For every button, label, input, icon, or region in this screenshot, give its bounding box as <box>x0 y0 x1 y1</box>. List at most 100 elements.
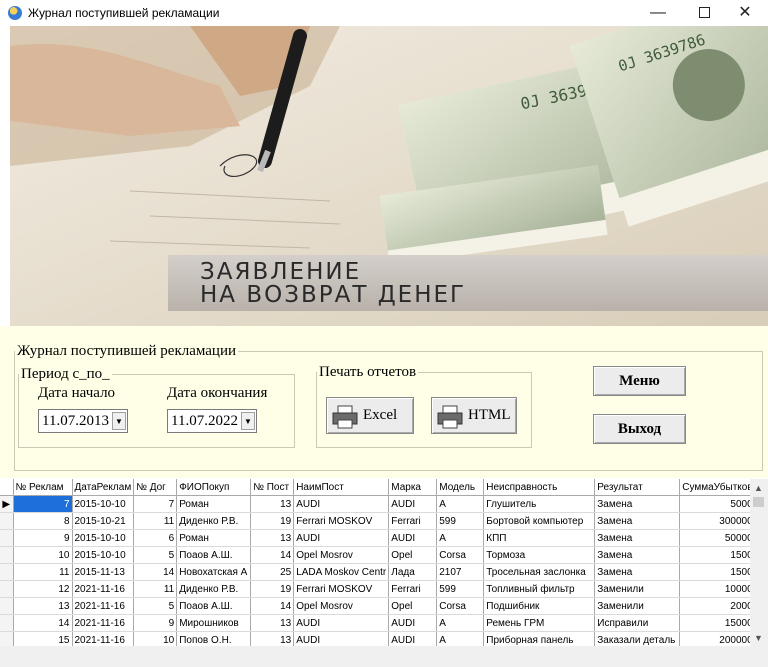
table-cell[interactable]: 13 <box>250 529 295 547</box>
vertical-scrollbar[interactable]: ▲ ▼ <box>750 479 768 646</box>
column-header[interactable]: ФИОПокуп <box>176 479 252 496</box>
table-cell[interactable]: Opel Mosrov <box>293 597 390 615</box>
table-cell[interactable]: Ferrari MOSKOV <box>293 580 390 598</box>
column-header[interactable]: № Реклам <box>13 479 73 496</box>
end-date-picker[interactable]: 11.07.2022 ▼ <box>167 409 257 433</box>
row-indicator[interactable] <box>0 512 14 530</box>
table-cell[interactable]: Заменили <box>594 580 681 598</box>
table-cell[interactable]: 2021-11-16 <box>72 614 135 632</box>
table-cell[interactable]: 2000 <box>679 597 756 615</box>
scroll-up-icon[interactable]: ▲ <box>754 483 763 493</box>
row-indicator[interactable] <box>0 580 14 598</box>
table-cell[interactable]: Ferrari <box>388 512 438 530</box>
start-date-picker[interactable]: 11.07.2013 ▼ <box>38 409 128 433</box>
table-cell[interactable]: 25 <box>250 563 295 581</box>
table-cell[interactable]: Замена <box>594 546 681 564</box>
menu-button[interactable]: Меню <box>593 366 686 396</box>
row-indicator[interactable] <box>0 529 14 547</box>
table-cell[interactable]: Opel <box>388 597 438 615</box>
table-cell[interactable]: 5 <box>133 597 178 615</box>
table-cell[interactable]: 15000 <box>679 614 756 632</box>
table-cell[interactable]: 7 <box>133 495 178 513</box>
table-cell[interactable]: 11 <box>133 580 178 598</box>
table-cell[interactable]: Заменили <box>594 597 681 615</box>
table-cell[interactable]: 19 <box>250 580 295 598</box>
table-cell[interactable]: Замена <box>594 512 681 530</box>
table-cell[interactable]: 599 <box>436 512 485 530</box>
scrollbar-thumb[interactable] <box>753 497 764 507</box>
table-cell[interactable]: 14 <box>133 563 178 581</box>
table-cell[interactable]: 13 <box>250 614 295 632</box>
table-cell[interactable]: AUDI <box>293 529 390 547</box>
export-html-button[interactable]: HTML <box>431 397 517 434</box>
table-cell[interactable]: AUDI <box>388 495 438 513</box>
chevron-down-icon[interactable]: ▼ <box>241 412 255 430</box>
table-cell[interactable]: 19 <box>250 512 295 530</box>
chevron-down-icon[interactable]: ▼ <box>112 412 126 430</box>
table-cell[interactable]: Роман <box>176 529 252 547</box>
table-cell[interactable]: Лада <box>388 563 438 581</box>
table-cell[interactable]: 8 <box>13 512 73 530</box>
table-row[interactable]: 12 2021-11-16 11 Диденко Р.В. 19 Ferrari MOSK… <box>0 580 756 598</box>
table-row[interactable]: 14 2021-11-16 9 Мирошников 13 AUDI AUDI A Ремень… <box>0 614 756 632</box>
table-cell[interactable]: Глушитель <box>483 495 596 513</box>
column-header[interactable]: № Пост <box>250 479 295 496</box>
table-cell[interactable]: Ferrari <box>388 580 438 598</box>
export-excel-button[interactable]: Excel <box>326 397 414 434</box>
table-cell[interactable]: 11 <box>133 512 178 530</box>
table-cell[interactable]: 10000 <box>679 580 756 598</box>
table-cell[interactable]: 14 <box>250 546 295 564</box>
table-cell[interactable]: 2015-10-10 <box>72 529 135 547</box>
table-cell[interactable]: 7 <box>13 495 73 513</box>
table-cell[interactable]: 5000 <box>679 495 756 513</box>
table-row[interactable]: 10 2015-10-10 5 Поаов А.Ш. 14 Opel Mosrov Opel… <box>0 546 756 564</box>
table-cell[interactable]: AUDI <box>293 614 390 632</box>
table-cell[interactable]: 300000 <box>679 512 756 530</box>
scroll-down-icon[interactable]: ▼ <box>754 633 763 643</box>
close-button[interactable]: ✕ <box>722 0 768 26</box>
column-header[interactable]: № Дог <box>133 479 178 496</box>
table-cell[interactable]: Поаов А.Ш. <box>176 597 252 615</box>
table-cell[interactable]: LADA Moskov Centr <box>293 563 390 581</box>
table-cell[interactable]: A <box>436 495 485 513</box>
table-cell[interactable]: 12 <box>13 580 73 598</box>
table-cell[interactable]: 2015-11-13 <box>72 563 135 581</box>
table-cell[interactable]: 2021-11-16 <box>72 597 135 615</box>
column-header[interactable]: ДатаРеклам <box>72 479 135 496</box>
table-cell[interactable]: Замена <box>594 495 681 513</box>
table-cell[interactable]: Подшибник <box>483 597 596 615</box>
table-cell[interactable]: 13 <box>13 597 73 615</box>
table-cell[interactable]: Тросельная заслонка <box>483 563 596 581</box>
table-cell[interactable]: 2021-11-16 <box>72 580 135 598</box>
table-cell[interactable]: Диденко Р.В. <box>176 580 252 598</box>
table-cell[interactable]: Новохатская А <box>176 563 252 581</box>
table-cell[interactable]: Поаов А.Ш. <box>176 546 252 564</box>
table-cell[interactable]: 10 <box>13 546 73 564</box>
maximize-button[interactable] <box>681 0 727 26</box>
table-cell[interactable]: 2015-10-10 <box>72 495 135 513</box>
table-cell[interactable]: 1500 <box>679 546 756 564</box>
table-cell[interactable]: 9 <box>13 529 73 547</box>
table-row[interactable]: ▶ 7 2015-10-10 7 Роман 13 AUDI AUDI A Глушитель За… <box>0 495 756 513</box>
table-cell[interactable]: 1500 <box>679 563 756 581</box>
row-indicator[interactable] <box>0 597 14 615</box>
table-cell[interactable]: A <box>436 529 485 547</box>
column-header[interactable]: Модель <box>436 479 485 496</box>
column-header[interactable]: Неисправность <box>483 479 596 496</box>
table-cell[interactable]: AUDI <box>388 614 438 632</box>
table-cell[interactable]: Corsa <box>436 597 485 615</box>
horizontal-scrollbar[interactable] <box>0 646 768 667</box>
table-row[interactable]: 8 2015-10-21 11 Диденко Р.В. 19 Ferrari MOSKO… <box>0 512 756 530</box>
column-header[interactable]: Результат <box>594 479 681 496</box>
table-cell[interactable]: Ferrari MOSKOV <box>293 512 390 530</box>
column-header[interactable]: Марка <box>388 479 438 496</box>
row-indicator[interactable] <box>0 546 14 564</box>
table-cell[interactable]: AUDI <box>293 495 390 513</box>
table-cell[interactable]: 13 <box>250 495 295 513</box>
table-cell[interactable]: Мирошников <box>176 614 252 632</box>
table-cell[interactable]: 14 <box>13 614 73 632</box>
row-indicator[interactable] <box>0 614 14 632</box>
table-cell[interactable]: 599 <box>436 580 485 598</box>
table-cell[interactable]: Замена <box>594 529 681 547</box>
table-cell[interactable]: A <box>436 614 485 632</box>
